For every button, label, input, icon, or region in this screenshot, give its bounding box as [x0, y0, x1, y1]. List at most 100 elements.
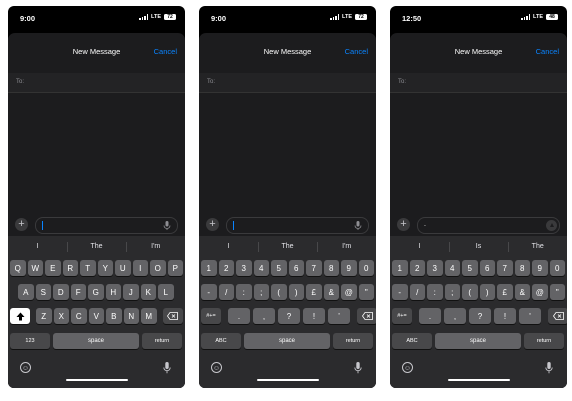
- key[interactable]: 1: [201, 260, 217, 276]
- key[interactable]: £: [306, 284, 322, 300]
- key[interactable]: F: [70, 284, 86, 300]
- key[interactable]: J: [123, 284, 139, 300]
- key[interactable]: !: [303, 308, 325, 324]
- suggestion[interactable]: The: [258, 238, 317, 256]
- letters-mode-key[interactable]: ABC: [392, 333, 432, 349]
- key[interactable]: (: [271, 284, 287, 300]
- key[interactable]: I: [132, 260, 148, 276]
- key[interactable]: P: [167, 260, 183, 276]
- plus-icon[interactable]: +: [397, 218, 410, 231]
- suggestion[interactable]: I: [8, 238, 67, 256]
- key[interactable]: 0: [549, 260, 565, 276]
- mic-icon[interactable]: [163, 221, 171, 230]
- space-key[interactable]: space: [244, 333, 330, 349]
- key[interactable]: G: [88, 284, 104, 300]
- emoji-icon[interactable]: ☺: [20, 362, 31, 373]
- key[interactable]: A: [18, 284, 34, 300]
- mic-icon[interactable]: [354, 221, 362, 230]
- emoji-icon[interactable]: ☺: [211, 362, 222, 373]
- key[interactable]: ’: [328, 308, 350, 324]
- symbols-key[interactable]: #+=: [392, 308, 412, 324]
- key[interactable]: 2: [409, 260, 425, 276]
- suggestion[interactable]: I'm: [317, 238, 376, 256]
- key[interactable]: L: [158, 284, 174, 300]
- key[interactable]: 7: [306, 260, 322, 276]
- key[interactable]: 4: [253, 260, 269, 276]
- key[interactable]: S: [35, 284, 51, 300]
- key[interactable]: 8: [514, 260, 530, 276]
- cancel-button[interactable]: Cancel: [536, 47, 559, 56]
- key[interactable]: .: [228, 308, 250, 324]
- return-key[interactable]: return: [524, 333, 564, 349]
- mic-icon[interactable]: [163, 362, 171, 374]
- key[interactable]: ': [519, 308, 541, 324]
- key[interactable]: 7: [497, 260, 513, 276]
- key[interactable]: -: [201, 284, 217, 300]
- key[interactable]: ,: [444, 308, 466, 324]
- key[interactable]: /: [218, 284, 234, 300]
- send-icon[interactable]: [546, 220, 557, 231]
- delete-icon[interactable]: [548, 308, 567, 324]
- key[interactable]: ;: [253, 284, 269, 300]
- key[interactable]: 3: [427, 260, 443, 276]
- key[interactable]: 9: [532, 260, 548, 276]
- key[interactable]: ): [288, 284, 304, 300]
- key[interactable]: :: [236, 284, 252, 300]
- key[interactable]: ,: [253, 308, 275, 324]
- to-field[interactable]: To:: [8, 73, 185, 93]
- shift-icon[interactable]: [10, 308, 30, 324]
- key[interactable]: 0: [358, 260, 374, 276]
- key[interactable]: 6: [288, 260, 304, 276]
- to-field[interactable]: To:: [199, 73, 376, 93]
- delete-icon[interactable]: [162, 308, 183, 324]
- emoji-icon[interactable]: ☺: [402, 362, 413, 373]
- key[interactable]: ": [549, 284, 565, 300]
- key[interactable]: ?: [278, 308, 300, 324]
- key[interactable]: H: [105, 284, 121, 300]
- key[interactable]: 1: [392, 260, 408, 276]
- key[interactable]: £: [497, 284, 513, 300]
- suggestion[interactable]: Is: [449, 238, 508, 256]
- key[interactable]: X: [53, 308, 69, 324]
- message-input[interactable]: .: [417, 217, 560, 234]
- key[interactable]: !: [494, 308, 516, 324]
- key[interactable]: .: [419, 308, 441, 324]
- cancel-button[interactable]: Cancel: [345, 47, 368, 56]
- suggestion[interactable]: I: [390, 238, 449, 256]
- key[interactable]: Y: [97, 260, 113, 276]
- key[interactable]: 6: [479, 260, 495, 276]
- key[interactable]: V: [88, 308, 104, 324]
- key[interactable]: 8: [323, 260, 339, 276]
- key[interactable]: 4: [444, 260, 460, 276]
- key[interactable]: 3: [236, 260, 252, 276]
- key[interactable]: 5: [462, 260, 478, 276]
- key[interactable]: W: [27, 260, 43, 276]
- key[interactable]: &: [514, 284, 530, 300]
- suggestion[interactable]: I'm: [126, 238, 185, 256]
- cancel-button[interactable]: Cancel: [154, 47, 177, 56]
- plus-icon[interactable]: +: [15, 218, 28, 231]
- key[interactable]: E: [45, 260, 61, 276]
- key[interactable]: &: [323, 284, 339, 300]
- key[interactable]: C: [71, 308, 87, 324]
- key[interactable]: :: [427, 284, 443, 300]
- key[interactable]: U: [115, 260, 131, 276]
- key[interactable]: M: [141, 308, 157, 324]
- key[interactable]: N: [123, 308, 139, 324]
- delete-icon[interactable]: [357, 308, 376, 324]
- key[interactable]: ": [358, 284, 374, 300]
- key[interactable]: O: [150, 260, 166, 276]
- key[interactable]: 5: [271, 260, 287, 276]
- key[interactable]: ;: [444, 284, 460, 300]
- key[interactable]: Z: [36, 308, 52, 324]
- mic-icon[interactable]: [545, 362, 553, 374]
- key[interactable]: /: [409, 284, 425, 300]
- key[interactable]: R: [62, 260, 78, 276]
- return-key[interactable]: return: [333, 333, 373, 349]
- key[interactable]: K: [140, 284, 156, 300]
- suggestion[interactable]: The: [508, 238, 567, 256]
- symbols-key[interactable]: #+=: [201, 308, 221, 324]
- message-input[interactable]: [226, 217, 369, 234]
- to-field[interactable]: To:: [390, 73, 567, 93]
- key[interactable]: 2: [218, 260, 234, 276]
